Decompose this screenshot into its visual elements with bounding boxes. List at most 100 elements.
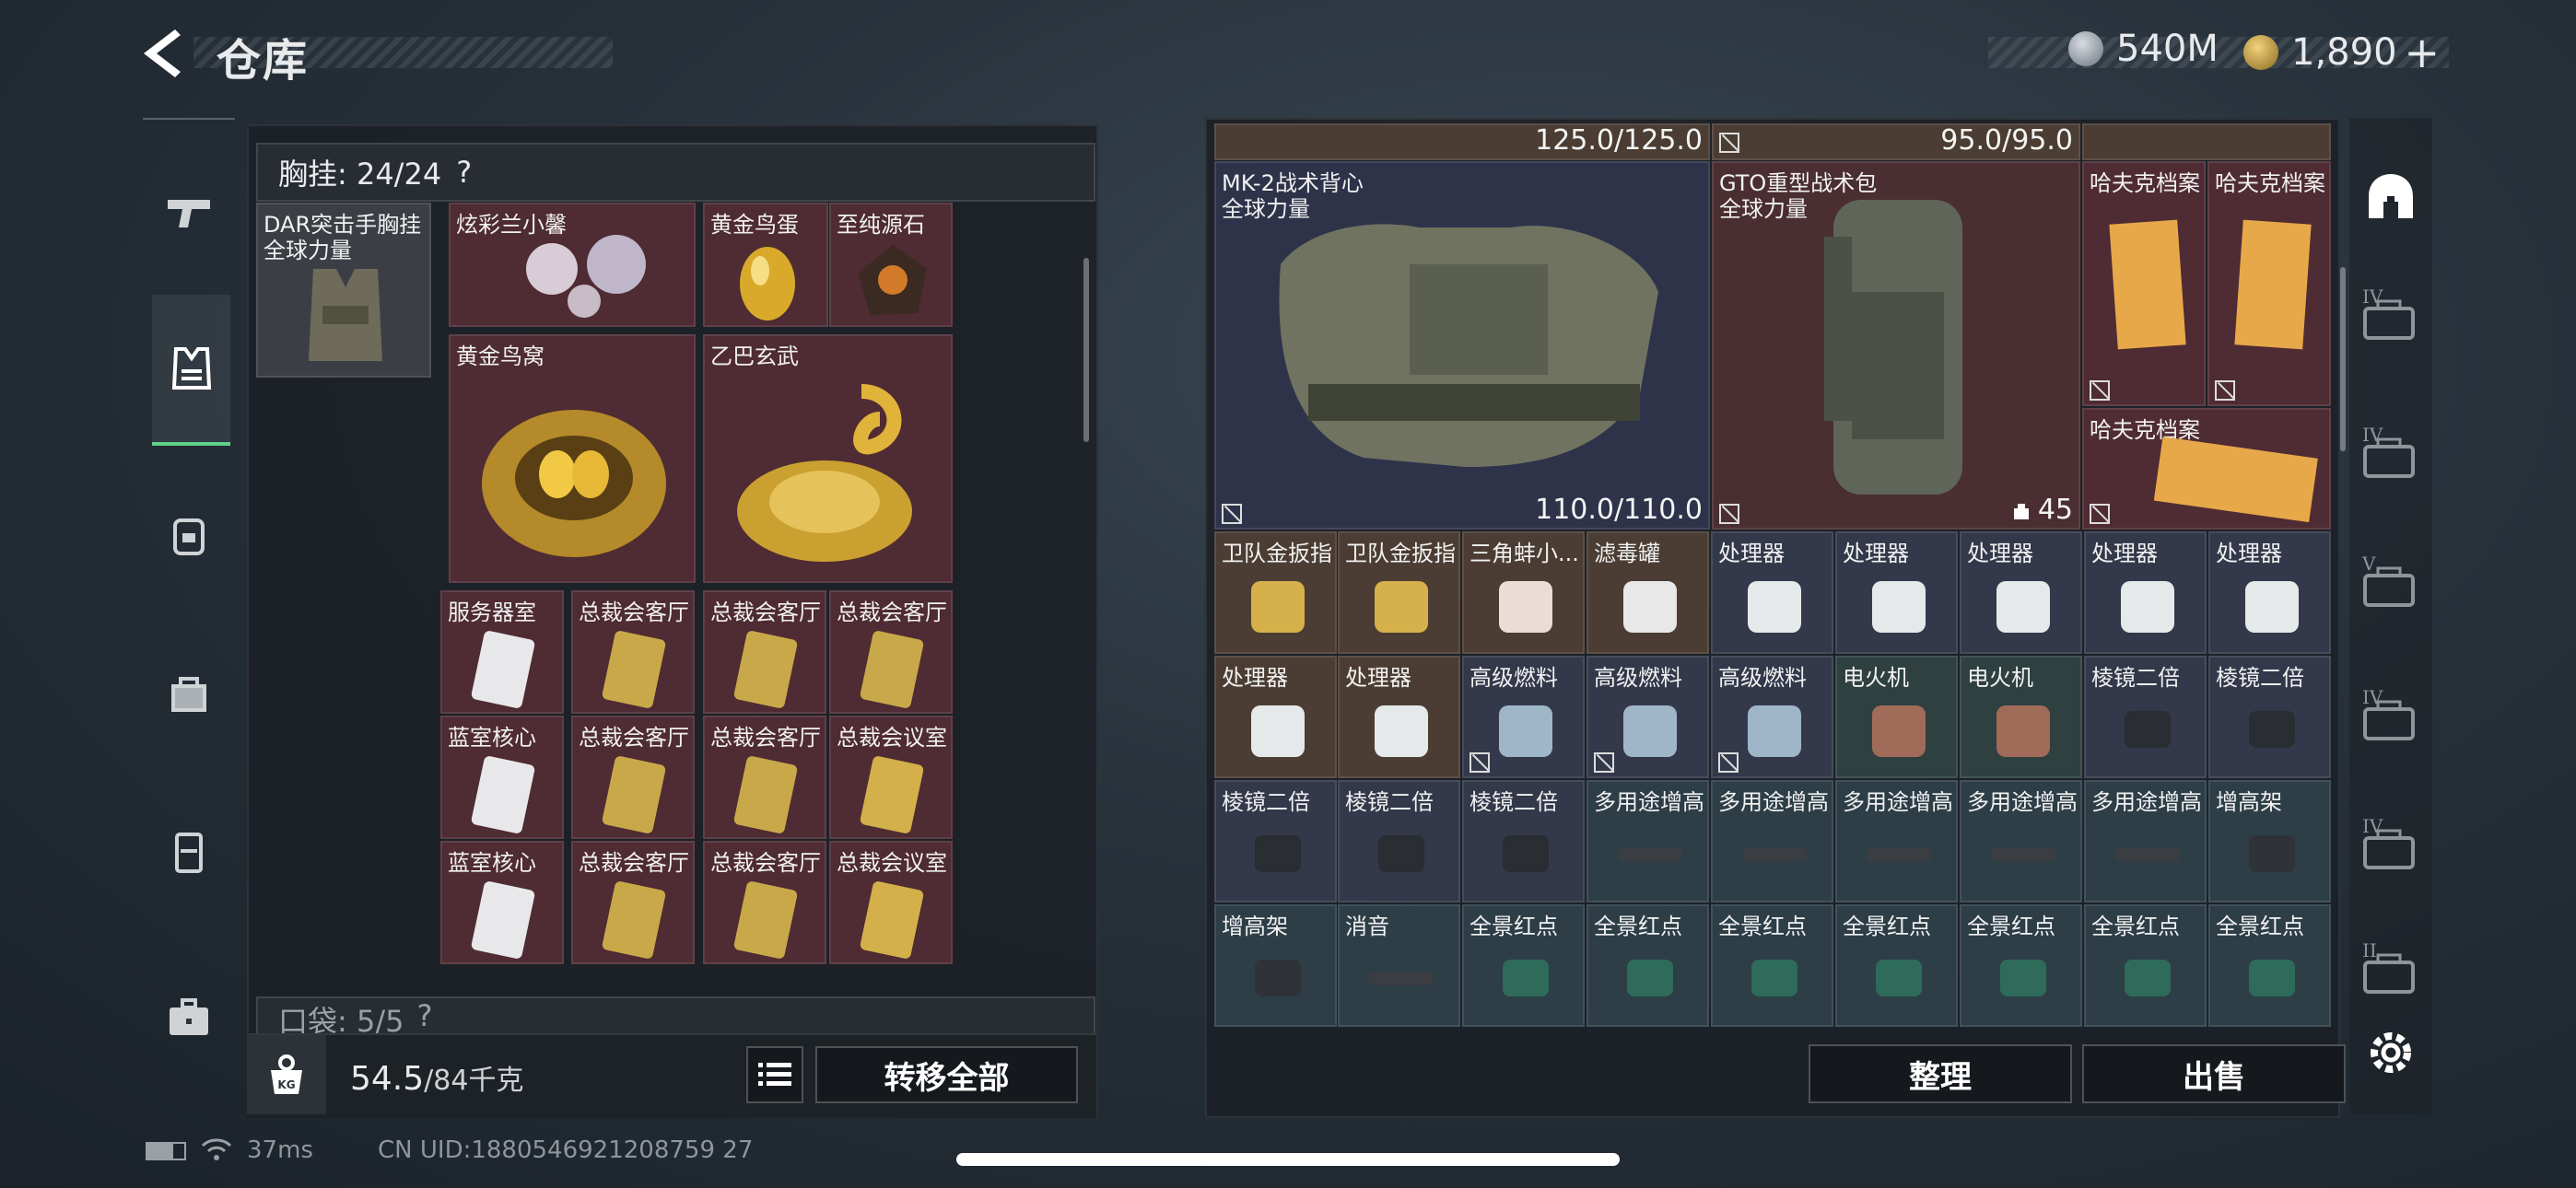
rig-item[interactable]: 乙巴玄武 (703, 334, 953, 583)
keycard-item[interactable]: 总裁会客厅 (571, 716, 695, 839)
storage-item[interactable]: 全景红点 (2084, 904, 2207, 1027)
storage-item[interactable]: 全景红点 (1835, 904, 1958, 1027)
file-item[interactable]: 哈夫克档案 (2207, 161, 2331, 406)
storage-item[interactable]: 全景红点 (1711, 904, 1833, 1027)
storage-item[interactable]: 增高架 (2208, 780, 2331, 903)
rig-item[interactable]: 炫彩兰小馨 (449, 203, 696, 327)
sell-button[interactable]: 出售 (2082, 1044, 2346, 1103)
keycard-item[interactable]: 总裁会客厅 (703, 841, 826, 964)
storage-item[interactable]: 电火机 (1835, 656, 1958, 778)
rig-item[interactable]: 至纯源石 (829, 203, 953, 327)
sidebar-item-chest-rig[interactable] (152, 295, 230, 446)
rig-item[interactable]: 黄金鸟蛋 (703, 203, 828, 327)
settings-button[interactable] (2360, 1022, 2421, 1083)
help-icon[interactable]: ? (456, 155, 472, 190)
processor-icon (1872, 581, 1926, 633)
storage-item[interactable]: 多用途增高 (1835, 780, 1958, 903)
storage-item[interactable]: 棱镜二倍 (1214, 780, 1337, 903)
keycard-item[interactable]: 总裁会客厅 (829, 590, 953, 714)
storage-item[interactable]: 卫队金扳指 (1338, 531, 1460, 654)
storage-item[interactable]: 增高架 (1214, 904, 1337, 1027)
organize-button[interactable]: 整理 (1809, 1044, 2072, 1103)
item-label: 哈夫克档案 (2090, 170, 2200, 196)
prism-scope-icon (1378, 835, 1424, 872)
sidebar-item-bag[interactable] (143, 640, 235, 741)
case-tab[interactable]: IV (2359, 285, 2419, 346)
home-base-tab[interactable] (2360, 166, 2421, 227)
storage-item[interactable]: 棱镜二倍 (1338, 780, 1460, 903)
add-currency-icon[interactable]: + (2405, 28, 2441, 77)
keycard-item[interactable]: 蓝室核心 (440, 716, 564, 839)
storage-item[interactable]: 全景红点 (1462, 904, 1585, 1027)
storage-item[interactable]: 处理器 (2208, 531, 2331, 654)
storage-item[interactable]: 棱镜二倍 (2084, 656, 2207, 778)
keycard-item[interactable]: 蓝室核心 (440, 841, 564, 964)
storage-item[interactable]: 高级燃料 (1587, 656, 1709, 778)
right-scrollbar[interactable] (2340, 267, 2346, 451)
storage-item[interactable]: 高级燃料 (1462, 656, 1585, 778)
keycard-item[interactable]: 总裁会议室 (829, 716, 953, 839)
storage-vest[interactable]: MK-2战术背心 全球力量 110.0/110.0 (1214, 161, 1710, 530)
currency-2[interactable]: 1,890 + (2243, 28, 2440, 77)
keycard-item[interactable]: 服务器室 (440, 590, 564, 714)
case-tab[interactable]: IV (2359, 424, 2419, 484)
file-item[interactable]: 哈夫克档案 (2082, 408, 2331, 530)
storage-item[interactable]: 棱镜二倍 (1462, 780, 1585, 903)
keycard-item[interactable]: 总裁会客厅 (703, 716, 826, 839)
home-indicator[interactable] (956, 1153, 1620, 1166)
storage-item[interactable]: 高级燃料 (1711, 656, 1833, 778)
unlock-tag-icon (1222, 504, 1242, 524)
storage-item[interactable]: 消音 (1338, 904, 1460, 1027)
weight-max: /84千克 (424, 1065, 524, 1097)
storage-item[interactable]: 处理器 (1214, 656, 1337, 778)
partial-cell[interactable]: 95.0/95.0 (1712, 123, 2080, 160)
red-dot-sight-icon (2000, 960, 2046, 996)
storage-item[interactable]: 多用途增高 (2084, 780, 2207, 903)
partial-cell[interactable]: 125.0/125.0 (1214, 123, 1710, 160)
storage-item[interactable]: 全景红点 (1587, 904, 1709, 1027)
case-tab[interactable]: II (2359, 939, 2419, 1000)
sidebar-item-weapon[interactable] (143, 161, 235, 262)
keycard-item[interactable]: 总裁会客厅 (571, 590, 695, 714)
partial-cell[interactable] (2082, 123, 2331, 160)
keycard-item[interactable]: 总裁会议室 (829, 841, 953, 964)
storage-item[interactable]: 多用途增高 (1587, 780, 1709, 903)
processor-icon (2121, 581, 2174, 633)
equipped-chest-rig[interactable]: DAR突击手胸挂 全球力量 (256, 203, 431, 378)
unlock-tag-icon (2090, 380, 2110, 401)
storage-item[interactable]: 处理器 (2084, 531, 2207, 654)
storage-item[interactable]: 多用途增高 (1960, 780, 2082, 903)
storage-item[interactable]: 处理器 (1338, 656, 1460, 778)
backpack-sub: 全球力量 (1719, 196, 1808, 222)
left-scrollbar[interactable] (1083, 258, 1089, 442)
keycard-item[interactable]: 总裁会客厅 (571, 841, 695, 964)
keycard-item[interactable]: 总裁会客厅 (703, 590, 826, 714)
storage-item[interactable]: 全景红点 (2208, 904, 2331, 1027)
item-label: 三角蚌小... (1469, 541, 1579, 566)
sidebar-item-briefcase[interactable] (143, 967, 235, 1068)
storage-item[interactable]: 电火机 (1960, 656, 2082, 778)
storage-item[interactable]: 三角蚌小... (1462, 531, 1585, 654)
case-tab[interactable]: IV (2359, 686, 2419, 747)
storage-item[interactable]: 棱镜二倍 (2208, 656, 2331, 778)
storage-backpack[interactable]: GTO重型战术包 全球力量 45 (1712, 161, 2080, 530)
item-label: 棱镜二倍 (2216, 665, 2304, 691)
sidebar-item-backpack[interactable] (143, 483, 235, 585)
storage-item[interactable]: 处理器 (1960, 531, 2082, 654)
storage-item[interactable]: 处理器 (1835, 531, 1958, 654)
case-tab[interactable]: IV (2359, 815, 2419, 876)
storage-item[interactable]: 卫队金扳指 (1214, 531, 1337, 654)
item-label: 多用途增高 (1843, 789, 1953, 815)
back-button[interactable] (138, 24, 193, 83)
case-tab[interactable]: V (2359, 553, 2419, 613)
rig-item[interactable]: 黄金鸟窝 (449, 334, 696, 583)
storage-item[interactable]: 多用途增高 (1711, 780, 1833, 903)
sidebar-item-case[interactable] (143, 801, 235, 903)
storage-item[interactable]: 全景红点 (1960, 904, 2082, 1027)
transfer-all-button[interactable]: 转移全部 (815, 1046, 1078, 1103)
pockets-help-icon[interactable]: ? (416, 998, 432, 1033)
storage-item[interactable]: 处理器 (1711, 531, 1833, 654)
list-view-button[interactable] (746, 1046, 803, 1103)
file-item[interactable]: 哈夫克档案 (2082, 161, 2206, 406)
storage-item[interactable]: 滤毒罐 (1587, 531, 1709, 654)
